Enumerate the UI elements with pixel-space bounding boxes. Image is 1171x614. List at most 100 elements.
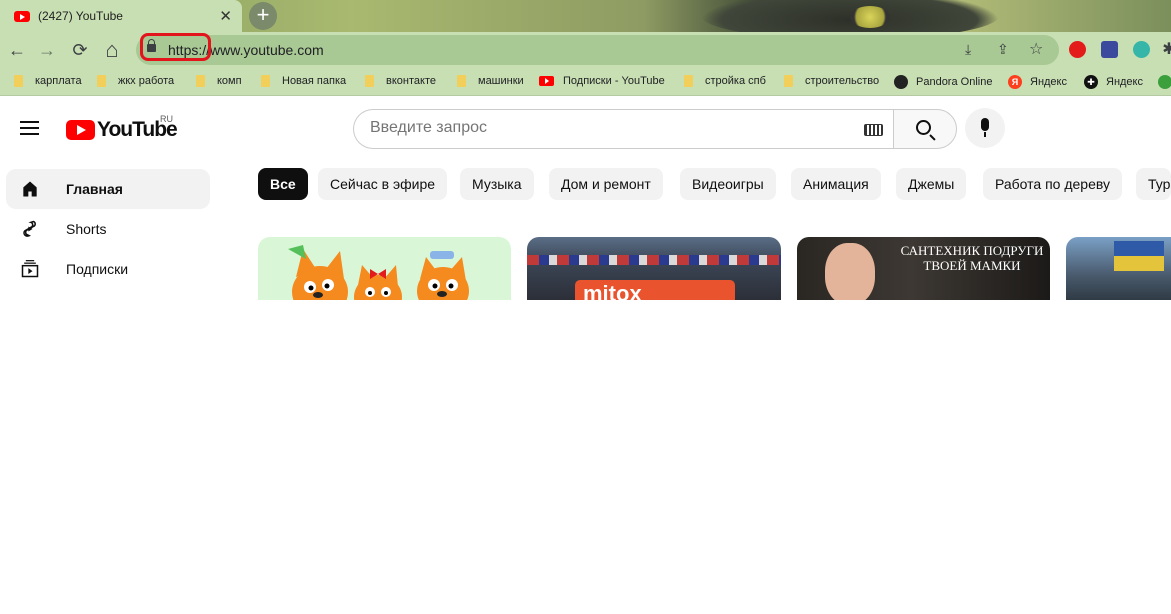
- cartoon-cats-image: [288, 245, 469, 300]
- chip-videogames[interactable]: Видеоигры: [680, 168, 776, 200]
- bookmark-item[interactable]: стройка спб: [684, 75, 766, 87]
- menu-hamburger-icon[interactable]: [20, 121, 39, 135]
- url-host: //www.youtube.com: [202, 42, 324, 58]
- folder-icon: [97, 75, 106, 87]
- folder-icon: [684, 75, 693, 87]
- folder-icon: [261, 75, 270, 87]
- voice-search-button[interactable]: [965, 108, 1005, 148]
- bookmark-star-icon[interactable]: ☆: [1029, 39, 1043, 59]
- bookmark-site-icon: [1158, 75, 1171, 89]
- bookmark-label: карплата: [35, 75, 82, 87]
- bookmark-item[interactable]: [1158, 75, 1171, 89]
- extension-shield-icon[interactable]: [1069, 41, 1086, 58]
- chip-all[interactable]: Все: [258, 168, 308, 200]
- bookmark-label: строительство: [805, 75, 880, 87]
- new-tab-button[interactable]: +: [249, 2, 277, 30]
- youtube-play-icon: [66, 120, 95, 140]
- thumbnail-overlay-line1: САНТЕХНИК ПОДРУГИ: [900, 243, 1044, 258]
- video-thumbnail[interactable]: mitox: [527, 237, 781, 300]
- browser-tabstrip: (2427) YouTube ✕ +: [0, 0, 1171, 32]
- chip-live[interactable]: Сейчас в эфире: [318, 168, 448, 200]
- bookmarks-bar: карплата жкх работа комп Новая папка вко…: [0, 68, 1171, 96]
- chip-animation[interactable]: Анимация: [791, 168, 881, 200]
- country-code: RU: [160, 114, 173, 124]
- bookmark-item[interactable]: Я Яндекс: [1008, 75, 1067, 89]
- bookmark-item[interactable]: ✚ Яндекс: [1084, 75, 1143, 89]
- keyboard-icon[interactable]: [864, 124, 883, 136]
- pandora-icon: [894, 75, 908, 89]
- subscriptions-icon: [21, 260, 39, 278]
- search-box[interactable]: [353, 109, 894, 149]
- yandex-plus-icon: ✚: [1084, 75, 1098, 89]
- youtube-logo[interactable]: YouTube RU: [66, 114, 178, 142]
- theme-dragon-eye: [850, 6, 890, 28]
- bookmark-item[interactable]: строительство: [784, 75, 879, 87]
- person-face-image: [825, 243, 875, 300]
- search-icon: [916, 120, 931, 135]
- store-shelves-image: [527, 255, 781, 265]
- sidebar-item-label: Подписки: [66, 261, 129, 277]
- sidebar-item-home[interactable]: Главная: [6, 169, 210, 209]
- video-thumbnail[interactable]: САНТЕХНИК ПОДРУГИ ТВОЕЙ МАМКИ: [797, 237, 1050, 300]
- bookmark-item[interactable]: машинки: [457, 75, 524, 87]
- browser-toolbar: ← → ⟳ ⌂ https://www.youtube.com ⤓ ⇪ ☆ ✱: [0, 32, 1171, 68]
- bookmark-label: Подписки - YouTube: [563, 75, 665, 87]
- bookmark-item[interactable]: комп: [196, 75, 242, 87]
- install-app-icon[interactable]: ⤓: [965, 41, 971, 58]
- browser-tab-youtube[interactable]: (2427) YouTube ✕: [0, 0, 242, 32]
- bookmark-label: Яндекс: [1030, 76, 1067, 88]
- reload-icon[interactable]: ⟳: [69, 39, 91, 61]
- sidebar-item-label: Главная: [66, 181, 123, 197]
- bookmark-label: стройка спб: [705, 75, 766, 87]
- folder-icon: [196, 75, 205, 87]
- sidebar-item-subscriptions[interactable]: Подписки: [6, 249, 210, 289]
- extensions-puzzle-icon[interactable]: ✱: [1158, 39, 1171, 61]
- video-thumbnail[interactable]: [1066, 237, 1171, 300]
- search-button[interactable]: [893, 109, 957, 149]
- microphone-stand: [984, 132, 986, 137]
- youtube-icon: [539, 76, 554, 86]
- home-icon: [23, 181, 37, 197]
- thumbnail-overlay-line2: ТВОЕЙ МАМКИ: [923, 258, 1021, 273]
- bookmark-label: Новая папка: [282, 75, 347, 87]
- bookmark-item[interactable]: вконтакте: [365, 75, 436, 87]
- bookmark-item[interactable]: Подписки - YouTube: [539, 75, 665, 87]
- annotation-highlight-box: [140, 33, 211, 61]
- shorts-icon: [23, 220, 36, 237]
- address-bar[interactable]: https://www.youtube.com ⤓ ⇪ ☆: [136, 33, 1059, 65]
- thumbnail-overlay-text: САНТЕХНИК ПОДРУГИ ТВОЕЙ МАМКИ: [897, 243, 1047, 273]
- bookmark-label: Яндекс: [1106, 76, 1143, 88]
- search-input[interactable]: [370, 119, 840, 137]
- video-thumbnail[interactable]: [258, 237, 511, 300]
- extension-location-icon[interactable]: [1133, 41, 1150, 58]
- sidebar-item-shorts[interactable]: Shorts: [6, 209, 210, 249]
- bookmark-item[interactable]: карплата: [14, 75, 82, 87]
- bookmark-label: машинки: [478, 75, 524, 87]
- chip-music[interactable]: Музыка: [460, 168, 534, 200]
- chip-jams[interactable]: Джемы: [896, 168, 967, 200]
- extension-screen-icon[interactable]: [1101, 41, 1118, 58]
- sidebar-item-label: Shorts: [66, 221, 107, 237]
- youtube-favicon-icon: [14, 10, 30, 22]
- close-tab-icon[interactable]: ✕: [219, 7, 232, 25]
- bookmark-label: жкх работа: [118, 75, 175, 87]
- bookmark-label: вконтакте: [386, 75, 436, 87]
- back-arrow-icon[interactable]: ←: [6, 39, 28, 61]
- home-icon[interactable]: ⌂: [101, 39, 123, 61]
- folder-icon: [457, 75, 466, 87]
- forward-arrow-icon[interactable]: →: [36, 39, 58, 61]
- bookmark-label: Pandora Online: [916, 76, 993, 88]
- thumbnail-overlay-text: mitox: [575, 280, 735, 300]
- chip-travel[interactable]: Тур: [1136, 168, 1171, 200]
- bookmark-item[interactable]: жкх работа: [97, 75, 174, 87]
- flag-image: [1114, 241, 1164, 271]
- bookmark-item[interactable]: Новая папка: [261, 75, 346, 87]
- folder-icon: [784, 75, 793, 87]
- chip-woodwork[interactable]: Работа по дереву: [983, 168, 1123, 200]
- folder-icon: [365, 75, 374, 87]
- bookmark-item[interactable]: Pandora Online: [894, 75, 992, 89]
- chip-home-repair[interactable]: Дом и ремонт: [549, 168, 663, 200]
- folder-icon: [14, 75, 23, 87]
- microphone-icon: [981, 118, 989, 131]
- share-icon[interactable]: ⇪: [997, 41, 1009, 58]
